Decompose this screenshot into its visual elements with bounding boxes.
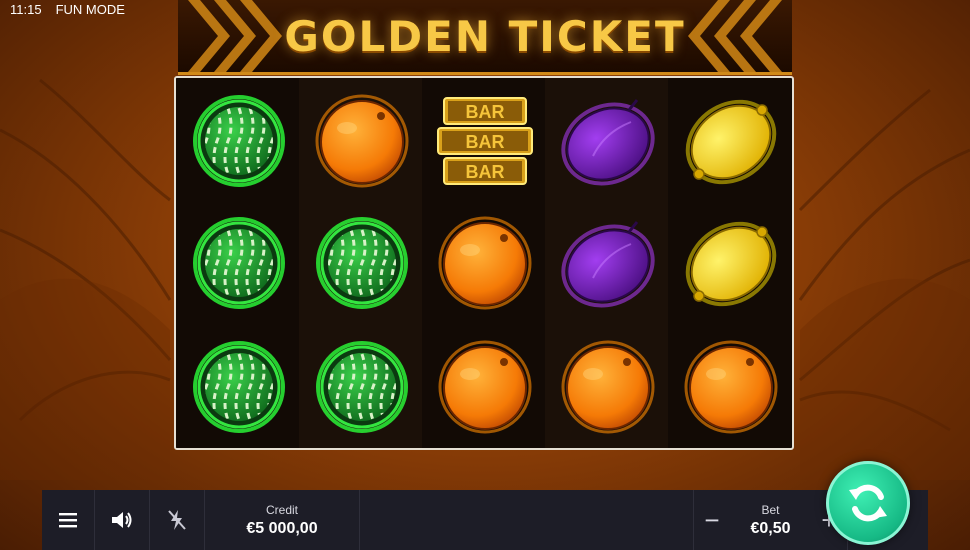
svg-text:BAR: BAR bbox=[466, 132, 505, 152]
orange-icon bbox=[438, 216, 532, 310]
menu-button[interactable] bbox=[42, 490, 95, 550]
bet-value: €0,50 bbox=[750, 519, 791, 537]
symbol-watermelon bbox=[184, 86, 294, 196]
turbo-button[interactable] bbox=[150, 490, 205, 550]
symbol-orange bbox=[553, 332, 663, 442]
credit-value: €5 000,00 bbox=[246, 519, 318, 537]
bet-selector: − Bet €0,50 + bbox=[694, 490, 848, 550]
lightning-icon bbox=[168, 510, 186, 530]
symbol-plum bbox=[553, 208, 663, 318]
plum-icon bbox=[561, 221, 655, 308]
orange-icon bbox=[315, 94, 409, 188]
symbol-watermelon bbox=[307, 332, 417, 442]
game-banner: GOLDEN TICKET bbox=[178, 0, 792, 75]
bar-icon: BAR BAR BAR bbox=[437, 97, 533, 185]
bet-label: Bet bbox=[761, 502, 780, 517]
plum-icon bbox=[561, 99, 655, 186]
symbol-grid: BAR BAR BAR bbox=[176, 78, 792, 448]
control-bar: Credit €5 000,00 − Bet €0,50 + Auto bbox=[42, 490, 928, 550]
credit-label: Credit bbox=[265, 502, 298, 517]
lemon-icon bbox=[685, 99, 777, 185]
orange-icon bbox=[561, 340, 655, 434]
status-time: 11:15 bbox=[10, 2, 42, 17]
refresh-icon bbox=[849, 484, 887, 522]
symbol-watermelon bbox=[184, 208, 294, 318]
svg-text:BAR: BAR bbox=[466, 102, 505, 122]
reel-area: BAR BAR BAR bbox=[174, 76, 794, 450]
orange-icon bbox=[438, 340, 532, 434]
watermelon-icon bbox=[316, 341, 408, 433]
lemon-icon bbox=[685, 221, 777, 307]
orange-icon bbox=[684, 340, 778, 434]
banner-chevrons-right bbox=[688, 0, 782, 72]
bet-decrease-button[interactable]: − bbox=[700, 505, 724, 536]
symbol-plum bbox=[553, 86, 663, 196]
watermelon-icon bbox=[193, 95, 285, 187]
symbol-orange bbox=[676, 332, 786, 442]
watermelon-icon bbox=[316, 217, 408, 309]
symbol-lemon bbox=[676, 208, 786, 318]
sound-button[interactable] bbox=[95, 490, 150, 550]
bet-display: Bet €0,50 bbox=[750, 503, 790, 538]
status-bar: 11:15 FUN MODE bbox=[10, 2, 125, 17]
symbol-watermelon bbox=[184, 332, 294, 442]
status-mode: FUN MODE bbox=[55, 2, 125, 17]
banner-chevrons-left bbox=[188, 0, 282, 72]
speaker-icon bbox=[112, 512, 132, 528]
symbol-orange bbox=[430, 208, 540, 318]
watermelon-icon bbox=[193, 217, 285, 309]
credit-display: Credit €5 000,00 bbox=[205, 490, 360, 550]
control-spacer bbox=[360, 490, 694, 550]
symbol-watermelon bbox=[307, 208, 417, 318]
symbol-bar: BAR BAR BAR bbox=[430, 86, 540, 196]
menu-icon bbox=[59, 513, 77, 528]
symbol-lemon bbox=[676, 86, 786, 196]
game-title: GOLDEN TICKET bbox=[284, 11, 686, 61]
watermelon-icon bbox=[193, 341, 285, 433]
svg-text:BAR: BAR bbox=[466, 162, 505, 182]
symbol-orange bbox=[307, 86, 417, 196]
spin-button[interactable] bbox=[826, 461, 910, 545]
symbol-orange bbox=[430, 332, 540, 442]
